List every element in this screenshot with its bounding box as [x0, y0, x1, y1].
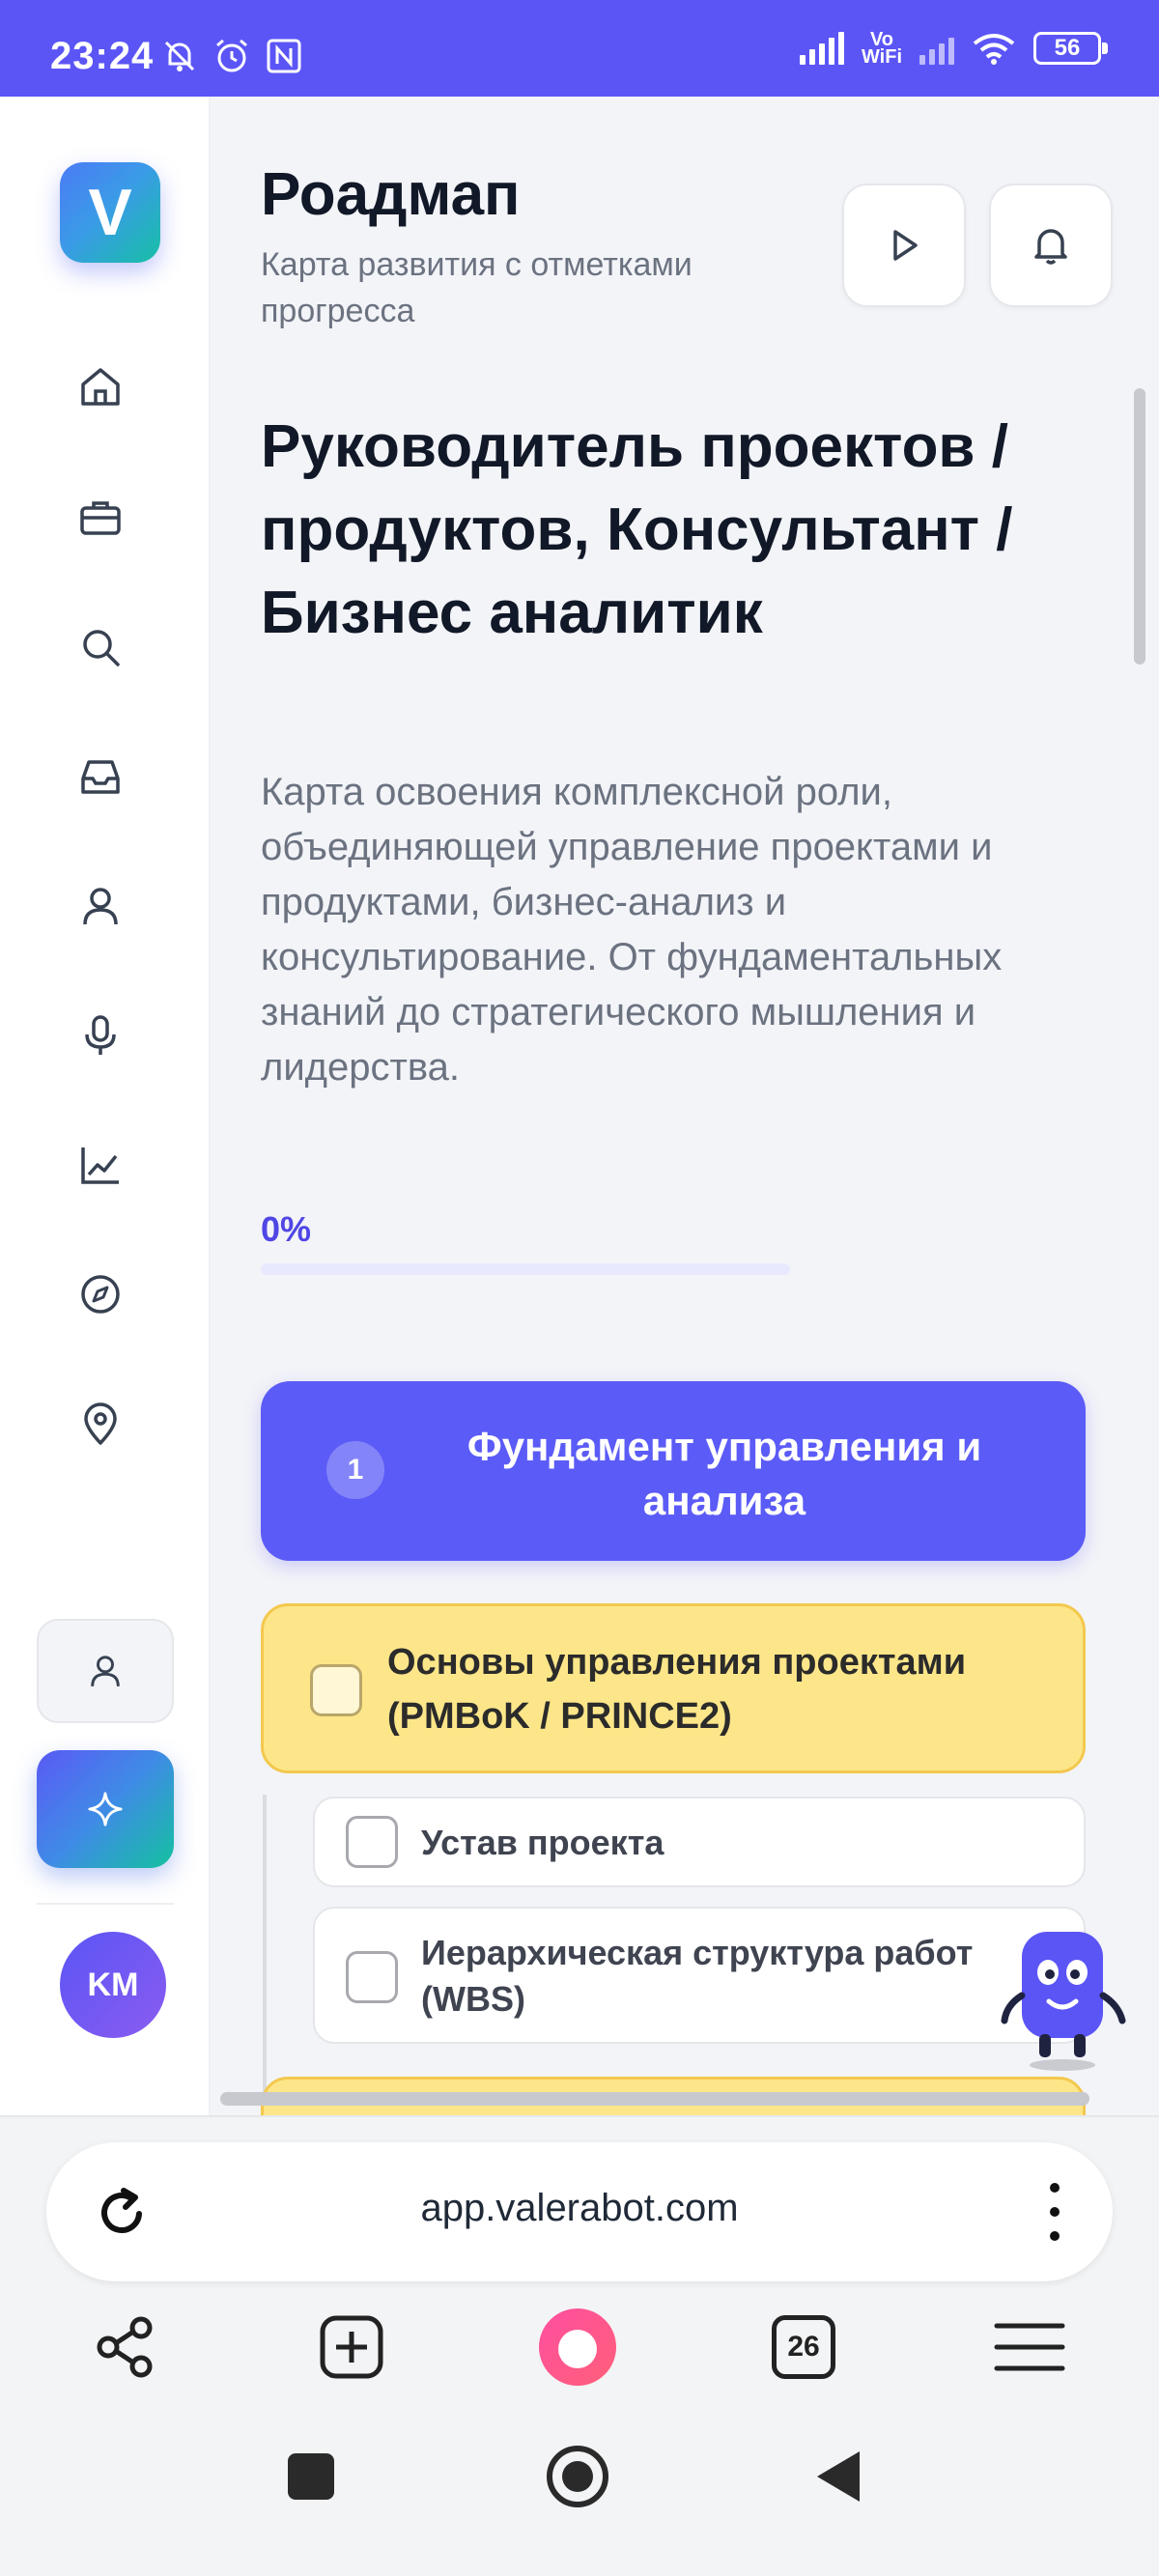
stage-number: 1 [326, 1441, 384, 1499]
page-subtitle: Карта развития с отметками прогресса [261, 246, 693, 329]
compass-icon[interactable] [73, 1267, 127, 1321]
user-icon [91, 1656, 120, 1686]
alice-assistant-icon[interactable] [537, 2307, 618, 2388]
microphone-icon[interactable] [73, 1008, 127, 1062]
alarm-icon [216, 39, 247, 72]
search-icon[interactable] [73, 620, 127, 674]
briefcase-icon[interactable] [73, 491, 127, 545]
topic-title: Основы управления проектами (PMBoK / PRI… [387, 1642, 967, 1737]
back-button[interactable] [817, 2451, 860, 2502]
roadmap-title: Руководитель проектов / продуктов, Консу… [261, 413, 1013, 646]
nfc-icon [267, 39, 301, 73]
recents-button[interactable] [288, 2453, 334, 2500]
vertical-scrollbar[interactable] [1134, 388, 1145, 665]
home-icon[interactable] [73, 359, 127, 413]
stage-header[interactable]: 1 Фундамент управления и анализа [261, 1381, 1086, 1561]
subtopic-title: Устав проекта [421, 1823, 664, 1862]
browser-toolbar: 26 [0, 2307, 1159, 2388]
main-content: Роадмап Карта развития с отметками прогр… [211, 97, 1159, 2115]
status-bar: 23:24 Vo WiFi 56 [0, 0, 1159, 97]
ai-assistant-button[interactable] [37, 1750, 174, 1868]
notifications-button[interactable] [989, 184, 1113, 307]
page-title: Роадмап [261, 161, 521, 228]
status-left-icons [160, 37, 303, 75]
progress-bar [261, 1263, 790, 1275]
silent-icon [164, 41, 195, 71]
user-icon[interactable] [73, 879, 127, 933]
vowifi-icon: Vo WiFi [861, 29, 902, 68]
sidebar: V KM [0, 97, 211, 2115]
wifi-icon [973, 34, 1015, 65]
menu-icon[interactable] [989, 2307, 1070, 2388]
bell-icon [1034, 229, 1067, 265]
tabs-count: 26 [772, 2315, 835, 2379]
web-content: V KM Роадмап Карта развития с отметками … [0, 97, 1159, 2115]
subtopic-checkbox[interactable] [346, 1816, 398, 1868]
sidebar-divider [37, 1903, 174, 1905]
more-menu-icon[interactable] [1045, 2183, 1064, 2241]
topic-checkbox[interactable] [310, 1664, 362, 1716]
url-text[interactable]: app.valerabot.com [46, 2187, 1113, 2230]
tabs-button[interactable]: 26 [763, 2307, 844, 2388]
browser-bar: app.valerabot.com 26 [0, 2115, 1159, 2386]
play-icon [893, 230, 918, 261]
location-icon[interactable] [73, 1397, 127, 1451]
horizontal-scrollbar[interactable] [220, 2092, 1089, 2106]
subtopic-item[interactable]: Иерархическая структура работ (WBS) [313, 1907, 1086, 2044]
chart-icon[interactable] [73, 1138, 127, 1192]
tree-connector [263, 1795, 267, 2115]
address-bar[interactable]: app.valerabot.com [46, 2142, 1113, 2281]
mascot-assistant-icon[interactable] [995, 1909, 1130, 2073]
topic-card[interactable]: Основы управления проектами (PMBoK / PRI… [261, 1603, 1086, 1773]
home-button[interactable] [547, 2446, 608, 2507]
signal-2-icon [919, 32, 954, 65]
subtopic-title: Иерархическая структура работ (WBS) [421, 1933, 974, 2019]
app-logo[interactable]: V [60, 162, 160, 263]
inbox-icon[interactable] [73, 750, 127, 804]
subtopic-checkbox[interactable] [346, 1951, 398, 2003]
logo-letter: V [88, 176, 132, 249]
stage-title: Фундамент управления и анализа [466, 1424, 982, 1523]
signal-icon [799, 32, 844, 65]
battery-icon: 56 [1033, 32, 1108, 65]
profile-button[interactable] [37, 1619, 174, 1723]
system-navigation [0, 2386, 1159, 2576]
share-icon[interactable] [85, 2307, 166, 2388]
avatar[interactable]: KM [60, 1932, 166, 2038]
status-time: 23:24 [50, 35, 155, 77]
new-tab-icon[interactable] [311, 2307, 392, 2388]
status-right-icons: Vo WiFi 56 [799, 29, 1108, 68]
play-button[interactable] [842, 184, 966, 307]
roadmap-description: Карта освоения комплексной роли, объедин… [261, 771, 1003, 1089]
sparkle-icon [88, 1792, 123, 1826]
subtopic-item[interactable]: Устав проекта [313, 1797, 1086, 1887]
progress-value: 0% [261, 1209, 312, 1249]
